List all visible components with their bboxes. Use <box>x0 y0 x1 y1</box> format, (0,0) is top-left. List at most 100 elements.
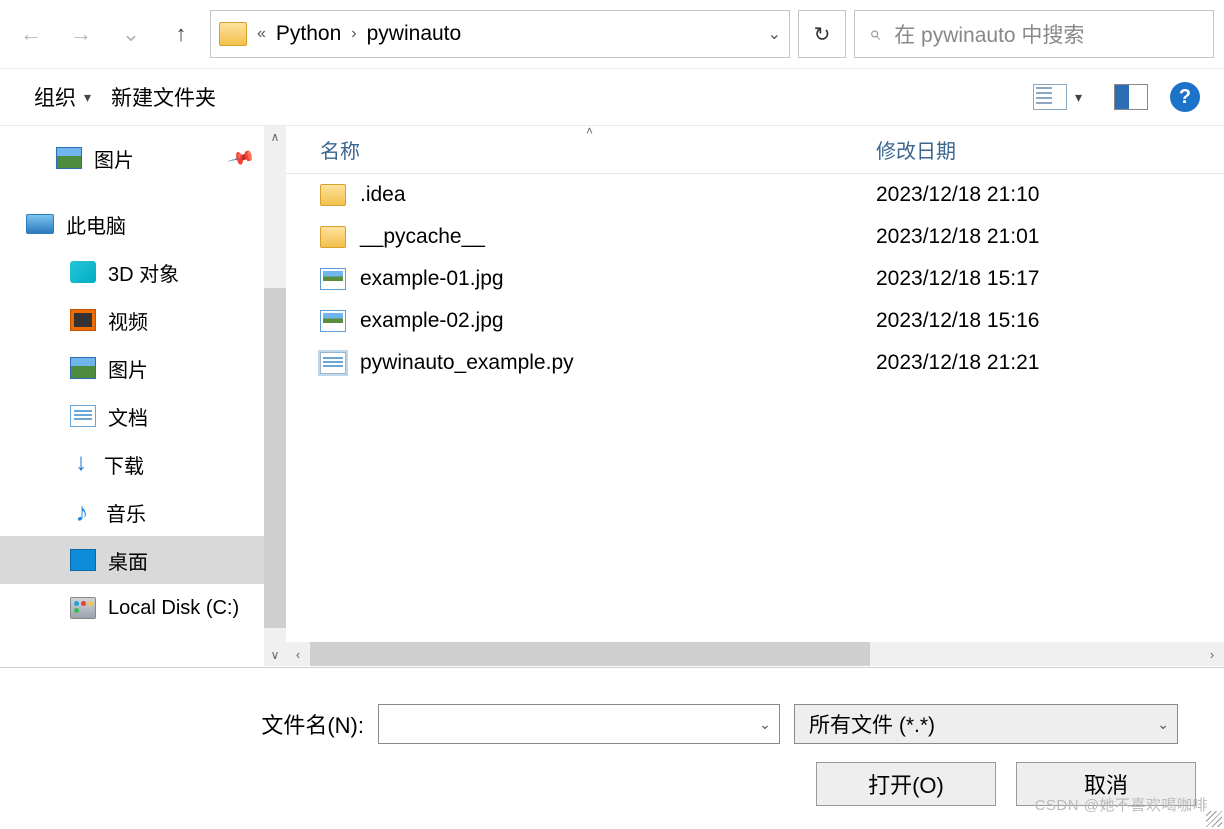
sidebar-item-8[interactable]: 桌面 <box>0 536 286 584</box>
filename-label: 文件名(N): <box>24 708 364 740</box>
file-row[interactable]: pywinauto_example.py 2023/12/18 21:21 <box>286 342 1224 384</box>
scroll-right-icon[interactable]: › <box>1200 647 1224 662</box>
sidebar-item-label: 此电脑 <box>66 210 126 239</box>
dsk-icon <box>70 549 96 571</box>
sidebar-item-label: 下载 <box>104 450 144 479</box>
file-date: 2023/12/18 21:21 <box>876 351 1176 375</box>
file-row[interactable]: .idea 2023/12/18 21:10 <box>286 174 1224 216</box>
view-options-button[interactable]: ▾ <box>1023 84 1092 110</box>
bottom-panel: 文件名(N): ⌄ 所有文件 (*.*) ⌄ 打开(O) 取消 CSDN @她不… <box>0 667 1224 829</box>
dl-icon: ↓ <box>70 453 92 475</box>
sidebar-item-3[interactable]: 视频 <box>0 296 286 344</box>
file-row[interactable]: example-02.jpg 2023/12/18 15:16 <box>286 300 1224 342</box>
sidebar-item-4[interactable]: 图片 <box>0 344 286 392</box>
pic-icon <box>56 147 82 169</box>
file-name: example-02.jpg <box>360 309 504 333</box>
sidebar-item-label: 桌面 <box>108 546 148 575</box>
up-button[interactable]: ↑ <box>160 13 202 55</box>
scroll-left-icon[interactable]: ‹ <box>286 647 310 662</box>
address-bar: ← → ⌄ ↑ « Python › pywinauto ⌄ ↻ ⌕ 在 pyw… <box>0 0 1224 68</box>
open-button[interactable]: 打开(O) <box>816 762 996 806</box>
sidebar-item-9[interactable]: Local Disk (C:) <box>0 584 286 632</box>
sidebar-item-6[interactable]: ↓ 下载 <box>0 440 286 488</box>
breadcrumb-dropdown-icon[interactable]: ⌄ <box>768 24 781 44</box>
column-headers: 名称 修改日期 <box>286 126 1224 174</box>
search-input[interactable]: ⌕ 在 pywinauto 中搜索 <box>854 10 1214 58</box>
column-header-name[interactable]: 名称 <box>286 135 876 164</box>
file-row[interactable]: __pycache__ 2023/12/18 21:01 <box>286 216 1224 258</box>
sort-indicator-icon: ˄ <box>586 124 593 138</box>
sidebar-item-5[interactable]: 文档 <box>0 392 286 440</box>
file-name: .idea <box>360 183 406 207</box>
pc-icon <box>26 214 54 234</box>
forward-button[interactable]: → <box>60 13 102 55</box>
chevron-down-icon: ▾ <box>1075 89 1082 106</box>
toolbar: 组织 ▾ 新建文件夹 ▾ ? <box>0 68 1224 126</box>
view-list-icon <box>1033 84 1067 110</box>
chevron-down-icon[interactable]: ⌄ <box>1157 716 1169 733</box>
sidebar: 图片📌此电脑3D 对象视频图片文档↓下载♪音乐桌面Local Disk (C:)… <box>0 126 286 666</box>
mus-icon: ♪ <box>70 501 94 523</box>
vid-icon <box>70 309 96 331</box>
search-placeholder: 在 pywinauto 中搜索 <box>894 19 1084 49</box>
breadcrumb-sep-icon[interactable]: › <box>347 25 360 43</box>
scroll-down-icon[interactable]: ∨ <box>264 644 286 666</box>
sidebar-scrollbar[interactable]: ∧ ∨ <box>264 126 286 666</box>
refresh-button[interactable]: ↻ <box>798 10 846 58</box>
preview-pane-button[interactable] <box>1114 84 1148 110</box>
sidebar-item-1[interactable]: 此电脑 <box>0 200 286 248</box>
pic-icon <box>70 357 96 379</box>
recent-locations-button[interactable]: ⌄ <box>110 13 152 55</box>
file-row[interactable]: example-01.jpg 2023/12/18 15:17 <box>286 258 1224 300</box>
chevron-down-icon: ▾ <box>84 89 91 106</box>
file-date: 2023/12/18 15:17 <box>876 267 1176 291</box>
file-fld-icon <box>320 226 346 248</box>
breadcrumb-overflow[interactable]: « <box>253 25 270 43</box>
file-fld-icon <box>320 184 346 206</box>
organize-menu[interactable]: 组织 ▾ <box>24 82 101 112</box>
file-date: 2023/12/18 21:10 <box>876 183 1176 207</box>
file-date: 2023/12/18 15:16 <box>876 309 1176 333</box>
file-name: example-01.jpg <box>360 267 504 291</box>
sidebar-item-label: 图片 <box>94 144 134 173</box>
sidebar-item-label: 视频 <box>108 306 148 335</box>
search-icon: ⌕ <box>869 23 880 46</box>
sidebar-item-label: 图片 <box>108 354 148 383</box>
file-date: 2023/12/18 21:01 <box>876 225 1176 249</box>
sidebar-item-label: 3D 对象 <box>108 258 179 287</box>
file-type-select[interactable]: 所有文件 (*.*) ⌄ <box>794 704 1178 744</box>
watermark: CSDN @她不喜欢喝咖啡 <box>1035 794 1208 815</box>
new-folder-button[interactable]: 新建文件夹 <box>101 82 226 112</box>
sidebar-item-label: 文档 <box>108 402 148 431</box>
breadcrumb-seg-0[interactable]: Python <box>276 22 341 46</box>
file-list-h-scrollbar[interactable]: ‹ › <box>286 642 1224 666</box>
3d-icon <box>70 261 96 283</box>
file-py-icon <box>320 352 346 374</box>
file-name: __pycache__ <box>360 225 485 249</box>
sidebar-item-2[interactable]: 3D 对象 <box>0 248 286 296</box>
file-jpg-icon <box>320 268 346 290</box>
scroll-thumb[interactable] <box>310 642 870 666</box>
help-button[interactable]: ? <box>1170 82 1200 112</box>
folder-icon <box>219 22 247 46</box>
sidebar-item-label: Local Disk (C:) <box>108 597 239 620</box>
back-button[interactable]: ← <box>10 13 52 55</box>
chevron-down-icon[interactable]: ⌄ <box>751 705 779 743</box>
pin-icon: 📌 <box>226 143 256 172</box>
scroll-up-icon[interactable]: ∧ <box>264 126 286 148</box>
scroll-thumb[interactable] <box>264 288 286 628</box>
file-name: pywinauto_example.py <box>360 351 574 375</box>
breadcrumb[interactable]: « Python › pywinauto ⌄ <box>210 10 790 58</box>
sidebar-item-0[interactable]: 图片 📌 <box>0 134 286 182</box>
filename-input[interactable]: ⌄ <box>378 704 780 744</box>
column-header-modified[interactable]: 修改日期 <box>876 135 1176 164</box>
main-area: 图片📌此电脑3D 对象视频图片文档↓下载♪音乐桌面Local Disk (C:)… <box>0 126 1224 666</box>
sidebar-item-7[interactable]: ♪ 音乐 <box>0 488 286 536</box>
resize-grip-icon[interactable] <box>1206 811 1222 827</box>
sidebar-item-label: 音乐 <box>106 498 146 527</box>
doc-icon <box>70 405 96 427</box>
file-list: ˄ 名称 修改日期 .idea 2023/12/18 21:10 __pycache… <box>286 126 1224 666</box>
file-jpg-icon <box>320 310 346 332</box>
dsk-c-icon <box>70 597 96 619</box>
breadcrumb-seg-1[interactable]: pywinauto <box>367 22 462 46</box>
